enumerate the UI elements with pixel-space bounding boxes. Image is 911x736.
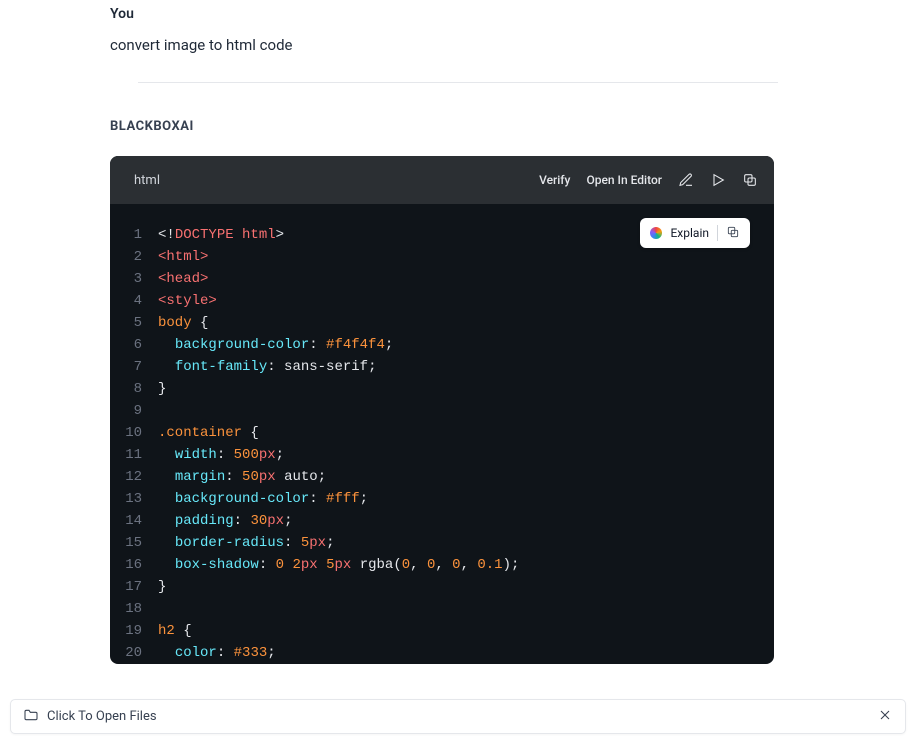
code-line: 18: [110, 598, 774, 620]
code-text: padding: 30px;: [158, 510, 292, 532]
line-number: 17: [110, 576, 158, 598]
code-text: body {: [158, 312, 208, 334]
line-number: 1: [110, 224, 158, 246]
divider: [138, 82, 778, 83]
line-number: 4: [110, 290, 158, 312]
line-number: 12: [110, 466, 158, 488]
code-line: 14 padding: 30px;: [110, 510, 774, 532]
line-number: 14: [110, 510, 158, 532]
open-files-button[interactable]: Click To Open Files: [23, 707, 157, 727]
code-text: background-color: #fff;: [158, 488, 368, 510]
assistant-label: BLACKBOXAI: [110, 119, 911, 134]
user-label: You: [110, 6, 911, 22]
line-number: 7: [110, 356, 158, 378]
code-line: 5body {: [110, 312, 774, 334]
code-line: 12 margin: 50px auto;: [110, 466, 774, 488]
code-line: 16 box-shadow: 0 2px 5px rgba(0, 0, 0, 0…: [110, 554, 774, 576]
explain-logo-icon: [650, 227, 662, 239]
code-line: 6 background-color: #f4f4f4;: [110, 334, 774, 356]
close-icon[interactable]: [877, 707, 893, 727]
open-files-label: Click To Open Files: [47, 709, 157, 724]
line-number: 10: [110, 422, 158, 444]
code-text: <head>: [158, 268, 208, 290]
code-text: border-radius: 5px;: [158, 532, 334, 554]
code-line: 9: [110, 400, 774, 422]
code-line: 2<html>: [110, 246, 774, 268]
line-number: 8: [110, 378, 158, 400]
code-line: 3<head>: [110, 268, 774, 290]
edit-icon[interactable]: [678, 172, 694, 188]
code-line: 7 font-family: sans-serif;: [110, 356, 774, 378]
code-line: 13 background-color: #fff;: [110, 488, 774, 510]
line-number: 6: [110, 334, 158, 356]
line-number: 20: [110, 642, 158, 664]
code-text: color: #333;: [158, 642, 276, 664]
code-text: background-color: #f4f4f4;: [158, 334, 393, 356]
explain-separator: [717, 225, 718, 241]
line-number: 2: [110, 246, 158, 268]
line-number: 19: [110, 620, 158, 642]
code-text: width: 500px;: [158, 444, 284, 466]
code-text: h2 {: [158, 620, 192, 642]
code-line: 20 color: #333;: [110, 642, 774, 664]
line-number: 3: [110, 268, 158, 290]
code-text: margin: 50px auto;: [158, 466, 326, 488]
file-open-bar: Click To Open Files: [10, 699, 906, 734]
code-line: 15 border-radius: 5px;: [110, 532, 774, 554]
explain-copy-icon[interactable]: [726, 225, 740, 242]
code-text: }: [158, 378, 166, 400]
line-number: 9: [110, 400, 158, 422]
code-text: font-family: sans-serif;: [158, 356, 376, 378]
run-icon[interactable]: [710, 172, 726, 188]
code-line: 11 width: 500px;: [110, 444, 774, 466]
explain-label: Explain: [670, 226, 709, 240]
open-in-editor-button[interactable]: Open In Editor: [586, 173, 662, 187]
folder-icon: [23, 707, 39, 727]
copy-icon[interactable]: [742, 172, 758, 188]
code-text: }: [158, 576, 166, 598]
user-message: convert image to html code: [110, 36, 911, 54]
code-language-label: html: [134, 173, 160, 188]
code-text: box-shadow: 0 2px 5px rgba(0, 0, 0, 0.1)…: [158, 554, 519, 576]
code-line: 17}: [110, 576, 774, 598]
code-body[interactable]: 1<!DOCTYPE html>2<html>3<head>4<style>5b…: [110, 204, 774, 664]
line-number: 18: [110, 598, 158, 620]
line-number: 13: [110, 488, 158, 510]
explain-button[interactable]: Explain: [640, 218, 750, 248]
code-block: html Verify Open In Editor Explain: [110, 156, 774, 664]
line-number: 11: [110, 444, 158, 466]
code-line: 8}: [110, 378, 774, 400]
line-number: 5: [110, 312, 158, 334]
code-text: <!DOCTYPE html>: [158, 224, 284, 246]
verify-button[interactable]: Verify: [539, 173, 570, 187]
code-line: 19h2 {: [110, 620, 774, 642]
code-text: .container {: [158, 422, 259, 444]
line-number: 15: [110, 532, 158, 554]
code-line: 4<style>: [110, 290, 774, 312]
code-line: 10.container {: [110, 422, 774, 444]
line-number: 16: [110, 554, 158, 576]
code-text: <html>: [158, 246, 208, 268]
code-text: <style>: [158, 290, 217, 312]
code-toolbar: html Verify Open In Editor: [110, 156, 774, 204]
